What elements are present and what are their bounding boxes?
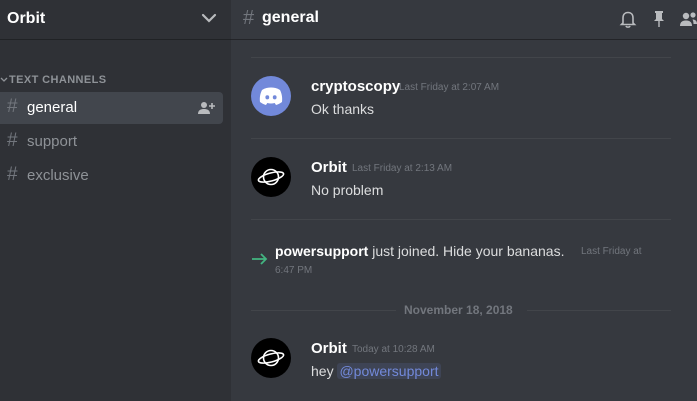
message-author[interactable]: Orbit	[311, 340, 347, 357]
message-text-prefix: hey	[311, 363, 338, 379]
hash-icon: #	[243, 7, 255, 29]
date-separator: November 18, 2018	[404, 303, 513, 317]
server-name: Orbit	[7, 10, 46, 27]
join-timestamp: Last Friday at	[581, 246, 642, 257]
planet-icon[interactable]	[251, 157, 291, 197]
message-author[interactable]: cryptoscopy	[311, 78, 400, 95]
hash-icon: #	[7, 96, 18, 117]
channel-title: general	[262, 9, 319, 26]
user-mention[interactable]: @powersupport	[337, 363, 441, 379]
join-line: powersupport just joined. Hide your bana…	[275, 243, 564, 259]
chat-header: # general	[231, 0, 697, 40]
planet-icon	[257, 168, 285, 186]
message-timestamp: Last Friday at 2:07 AM	[399, 82, 500, 93]
message-text: Ok thanks	[311, 101, 375, 117]
join-timestamp-cont: 6:47 PM	[275, 265, 313, 276]
channel-general[interactable]: # general	[0, 92, 223, 124]
message-text: hey @powersupport	[311, 363, 441, 379]
pin-icon[interactable]	[652, 9, 666, 29]
channel-label: general	[27, 99, 78, 116]
category-text-channels[interactable]: TEXT CHANNELS	[0, 72, 231, 88]
message-divider	[251, 57, 671, 58]
message-divider	[251, 138, 671, 139]
discord-logo-icon	[259, 87, 283, 105]
chat-area: # general cryptoscopy Last Friday at 2:0…	[231, 0, 697, 401]
chevron-down-icon[interactable]	[200, 8, 218, 28]
channel-exclusive[interactable]: # exclusive	[0, 160, 223, 192]
date-separator-line	[527, 310, 671, 311]
channel-support[interactable]: # support	[0, 126, 223, 158]
message-timestamp: Today at 10:28 AM	[352, 344, 435, 355]
hash-icon: #	[7, 164, 18, 185]
message-timestamp: Last Friday at 2:13 AM	[352, 163, 453, 174]
hash-icon: #	[7, 130, 18, 151]
planet-icon	[257, 349, 285, 367]
add-user-icon[interactable]	[197, 100, 215, 116]
arrow-right-icon	[252, 253, 268, 265]
date-separator-line	[251, 310, 396, 311]
caret-down-icon	[0, 77, 8, 82]
members-icon[interactable]	[680, 9, 697, 29]
join-text: just joined. Hide your bananas.	[368, 243, 565, 259]
category-label: TEXT CHANNELS	[9, 74, 107, 86]
message-text: No problem	[311, 182, 384, 198]
message-divider	[251, 219, 671, 220]
channel-label: exclusive	[27, 167, 89, 184]
channel-sidebar: Orbit TEXT CHANNELS # general # support …	[0, 0, 231, 401]
join-username[interactable]: powersupport	[275, 243, 368, 259]
discord-logo-icon[interactable]	[251, 76, 291, 116]
channel-label: support	[27, 133, 78, 150]
message-author[interactable]: Orbit	[311, 159, 347, 176]
planet-icon[interactable]	[251, 338, 291, 378]
bell-icon[interactable]	[619, 9, 637, 29]
server-header[interactable]: Orbit	[0, 0, 231, 40]
